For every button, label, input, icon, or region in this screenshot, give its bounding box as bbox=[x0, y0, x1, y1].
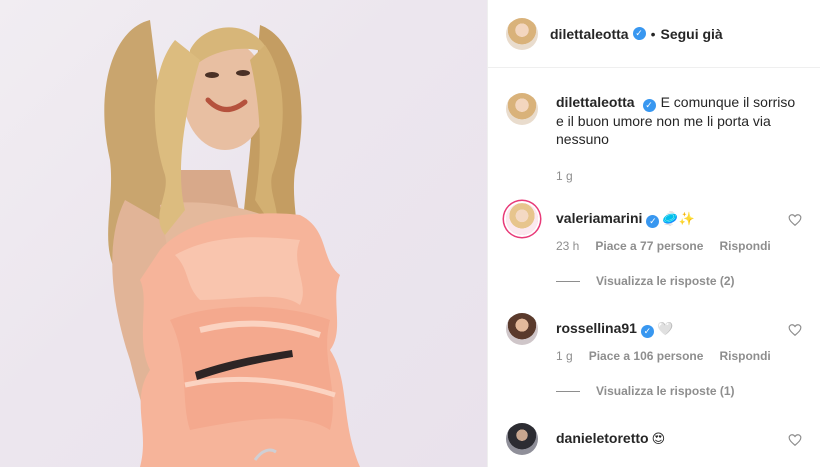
commenter-avatar[interactable] bbox=[506, 203, 538, 235]
commenter-avatar[interactable] bbox=[506, 313, 538, 345]
view-replies-button[interactable]: Visualizza le risposte (1) bbox=[556, 384, 735, 398]
comment-username[interactable]: danieletoretto bbox=[556, 430, 649, 446]
author-username[interactable]: dilettaleotta bbox=[550, 26, 629, 42]
caption-username[interactable]: dilettaleotta bbox=[556, 94, 635, 110]
verified-badge-icon: ✓ bbox=[642, 99, 656, 112]
comment-item: rossellina91 ✓ 🤍 1 g Piace a 106 persone R… bbox=[506, 313, 816, 398]
comment-timestamp[interactable]: 23 h bbox=[556, 239, 579, 253]
reply-button[interactable]: Rispondi bbox=[719, 349, 770, 363]
photo-illustration bbox=[104, 20, 360, 467]
comment-body: danieletoretto 😍 bbox=[556, 429, 665, 448]
comment-body: valeriamarini ✓ 🥏✨ bbox=[556, 209, 695, 228]
heart-outline-icon[interactable] bbox=[788, 213, 802, 227]
post-photo[interactable] bbox=[0, 0, 487, 467]
view-replies-label: Visualizza le risposte (2) bbox=[596, 274, 735, 288]
comment-text: 🥏✨ bbox=[662, 211, 695, 226]
comment-item: valeriamarini ✓ 🥏✨ 23 h Piace a 77 persone… bbox=[506, 203, 816, 288]
comment-likes[interactable]: Piace a 106 persone bbox=[589, 349, 704, 363]
comment-timestamp[interactable]: 1 g bbox=[556, 349, 573, 363]
heart-outline-icon[interactable] bbox=[788, 323, 802, 337]
replies-line bbox=[556, 280, 580, 282]
follow-status-button[interactable]: Segui già bbox=[660, 26, 722, 42]
comment-text: 🤍 bbox=[656, 321, 674, 336]
comment-username[interactable]: valeriamarini bbox=[556, 210, 642, 226]
reply-button[interactable]: Rispondi bbox=[719, 239, 770, 253]
author-avatar[interactable] bbox=[506, 17, 538, 50]
verified-badge-icon: ✓ bbox=[640, 325, 654, 338]
verified-badge-icon: ✓ bbox=[632, 27, 646, 40]
post-header: dilettaleotta ✓ • Segui già bbox=[488, 0, 820, 68]
comment-item: danieletoretto 😍 bbox=[506, 423, 816, 455]
comment-likes[interactable]: Piace a 77 persone bbox=[595, 239, 703, 253]
replies-line bbox=[556, 390, 580, 392]
post-caption: dilettaleotta ✓ E comunque il sorriso e il… bbox=[506, 93, 806, 148]
verified-badge-icon: ✓ bbox=[646, 215, 660, 228]
comment-body: rossellina91 ✓ 🤍 bbox=[556, 319, 673, 338]
heart-outline-icon[interactable] bbox=[788, 433, 802, 447]
caption-text-block: dilettaleotta ✓ E comunque il sorriso e il… bbox=[556, 93, 806, 148]
separator-dot: • bbox=[650, 25, 656, 42]
view-replies-label: Visualizza le risposte (1) bbox=[596, 384, 735, 398]
caption-timestamp[interactable]: 1 g bbox=[556, 169, 573, 183]
view-replies-button[interactable]: Visualizza le risposte (2) bbox=[556, 274, 735, 288]
caption-author-avatar[interactable] bbox=[506, 93, 538, 125]
comment-meta: 23 h Piace a 77 persone Rispondi bbox=[556, 239, 771, 253]
comment-username[interactable]: rossellina91 bbox=[556, 320, 637, 336]
comment-meta: 1 g Piace a 106 persone Rispondi bbox=[556, 349, 771, 363]
post-side-panel: dilettaleotta ✓ • Segui già dilettaleott… bbox=[488, 0, 820, 467]
commenter-avatar[interactable] bbox=[506, 423, 538, 455]
comment-text: 😍 bbox=[651, 431, 666, 446]
